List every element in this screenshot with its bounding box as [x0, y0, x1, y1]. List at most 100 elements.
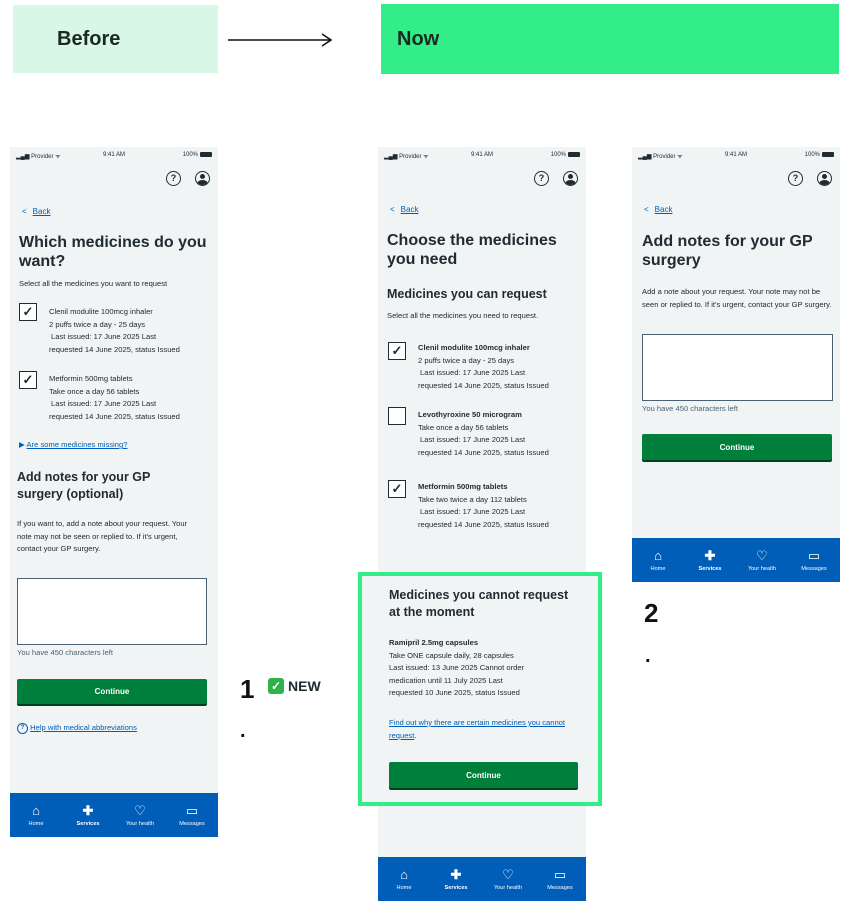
- checkbox-clenil[interactable]: ✓: [19, 303, 37, 321]
- back-link[interactable]: < Back: [644, 205, 672, 214]
- now-label: Now: [381, 4, 839, 74]
- plus-icon: ✚: [82, 802, 94, 818]
- med-issued: Last issued: 17 June 2025 Last: [420, 507, 526, 516]
- med-cannot-order: medication until 11 July 2025 Last: [389, 675, 503, 685]
- med-issued: Last issued: 17 June 2025 Last: [51, 399, 157, 408]
- bottom-nav: ⌂ Home ✚ Services ♡ Your health ▭ Messages: [10, 793, 218, 837]
- battery: 100%: [805, 152, 834, 158]
- nav-label: Your health: [125, 820, 155, 827]
- nav-home[interactable]: ⌂ Home: [16, 803, 56, 827]
- nav-messages[interactable]: ▭ Messages: [540, 867, 580, 891]
- nav-health[interactable]: ♡ Your health: [742, 547, 782, 572]
- notes-hint: If you want to, add a note about your re…: [17, 519, 188, 553]
- med-clenil: Clenil modulite 100mcg inhaler 2 puffs t…: [49, 306, 180, 356]
- nav-label: Messages: [801, 565, 827, 572]
- battery: 100%: [183, 152, 212, 158]
- help-link[interactable]: Help with medical abbreviations: [30, 723, 137, 732]
- med-ramipril: Ramipril 2.5mg capsules Take ONE capsule…: [389, 637, 589, 700]
- battery: 100%: [551, 152, 580, 158]
- help-icon[interactable]: ?: [534, 171, 549, 186]
- med-name: Ramipril 2.5mg capsules: [389, 638, 479, 647]
- account-icon[interactable]: [195, 171, 210, 186]
- home-icon: ⌂: [400, 866, 408, 882]
- nav-home[interactable]: ⌂ Home: [384, 866, 424, 891]
- checkmark-icon: ✓: [268, 678, 284, 694]
- nav-label: Services: [698, 565, 722, 572]
- plus-icon: ✚: [450, 866, 462, 882]
- notes-textarea[interactable]: [642, 334, 833, 401]
- med-name: Clenil modulite 100mcg inhaler: [49, 307, 153, 316]
- home-icon: ⌂: [654, 547, 662, 563]
- nav-home[interactable]: ⌂ Home: [638, 547, 678, 572]
- page-title: Add notes for your GP surgery: [642, 233, 813, 269]
- page-title: Choose the medicines you need: [387, 232, 557, 268]
- before-label: Before: [13, 5, 218, 73]
- chevron-left-icon: <: [644, 205, 649, 214]
- nav-services[interactable]: ✚ Services: [436, 866, 476, 891]
- hint-text: Select all the medicines you want to req…: [19, 279, 168, 288]
- back-link[interactable]: < Back: [390, 205, 418, 214]
- missing-details[interactable]: ▶ Are some medicines missing?: [19, 439, 127, 452]
- med-metformin: Metformin 500mg tablets Take two twice a…: [418, 481, 549, 531]
- help-icon[interactable]: ?: [166, 171, 181, 186]
- med-name: Metformin 500mg tablets: [418, 482, 508, 491]
- continue-button[interactable]: Continue: [642, 434, 832, 460]
- med-name: Clenil modulite 100mcg inhaler: [418, 343, 530, 352]
- phone-notes: ▂▄▆ Provider ᯤ 9:41 AM 100% ? < Back Add …: [632, 147, 840, 582]
- nav-messages[interactable]: ▭ Messages: [794, 547, 834, 572]
- back-label: Back: [654, 205, 673, 214]
- arrow-right-icon: [228, 33, 333, 47]
- missing-link[interactable]: Are some medicines missing?: [27, 440, 128, 449]
- checkbox-metformin[interactable]: ✓: [19, 371, 37, 389]
- continue-button[interactable]: Continue: [389, 762, 578, 788]
- nav-services[interactable]: ✚ Services: [690, 547, 730, 572]
- med-requested: requested 14 June 2025, status Issued: [418, 380, 549, 390]
- nav-label: Home: [396, 884, 412, 891]
- top-icons: ?: [788, 171, 832, 186]
- nav-messages[interactable]: ▭ Messages: [172, 802, 212, 827]
- account-icon[interactable]: [563, 171, 578, 186]
- account-icon[interactable]: [817, 171, 832, 186]
- help-icon[interactable]: ?: [788, 171, 803, 186]
- med-dose: Take ONE capsule daily, 28 capsules: [389, 650, 514, 660]
- back-label: Back: [32, 207, 51, 216]
- step-number-1: 1: [240, 674, 255, 704]
- top-icons: ?: [166, 171, 210, 186]
- checkbox-levothyroxine[interactable]: [388, 407, 406, 425]
- nav-services[interactable]: ✚ Services: [68, 802, 108, 827]
- inbox-icon: ▭: [807, 547, 821, 563]
- nav-label: Messages: [179, 820, 205, 827]
- nav-label: Your health: [747, 565, 777, 572]
- new-section-highlight: Medicines you cannot request at the mome…: [358, 572, 602, 806]
- step-dot-1: .: [240, 720, 246, 742]
- checkbox-clenil[interactable]: ✓: [388, 342, 406, 360]
- status-bar: ▂▄▆ Provider ᯤ 9:41 AM 100%: [10, 152, 218, 162]
- notes-title: Add notes for your GP surgery (optional): [17, 470, 151, 501]
- med-requested: requested 14 June 2025, status Issued: [49, 344, 180, 354]
- find-out-link-text[interactable]: Find out why there are certain medicines…: [389, 718, 565, 740]
- heart-icon: ♡: [134, 802, 146, 818]
- status-bar: ▂▄▆ Provider ᯤ 9:41 AM 100%: [632, 152, 840, 162]
- bottom-nav: ⌂ Home ✚ Services ♡ Your health ▭ Messages: [378, 857, 586, 901]
- find-out-link[interactable]: Find out why there are certain medicines…: [389, 717, 574, 742]
- nav-label: Services: [444, 884, 468, 891]
- med-issued: Last issued: 13 June 2025 Cannot order: [389, 663, 525, 672]
- step-dot-2: .: [645, 645, 651, 667]
- nav-health[interactable]: ♡ Your health: [120, 802, 160, 827]
- plus-icon: ✚: [704, 547, 716, 563]
- med-metformin: Metformin 500mg tablets Take once a day …: [49, 373, 180, 423]
- nav-label: Home: [28, 820, 44, 827]
- help-abbrev[interactable]: ? Help with medical abbreviations: [17, 722, 137, 735]
- heart-icon: ♡: [502, 866, 514, 882]
- notes-textarea[interactable]: [17, 578, 207, 645]
- top-icons: ?: [534, 171, 578, 186]
- continue-button[interactable]: Continue: [17, 679, 207, 704]
- nav-health[interactable]: ♡ Your health: [488, 866, 528, 891]
- char-count: You have 450 characters left: [17, 648, 113, 657]
- nav-label: Your health: [493, 884, 523, 891]
- section-title: Medicines you can request: [387, 287, 547, 301]
- inbox-icon: ▭: [185, 802, 199, 818]
- back-link[interactable]: < Back: [22, 207, 50, 216]
- heart-icon: ♡: [756, 547, 768, 563]
- checkbox-metformin[interactable]: ✓: [388, 480, 406, 498]
